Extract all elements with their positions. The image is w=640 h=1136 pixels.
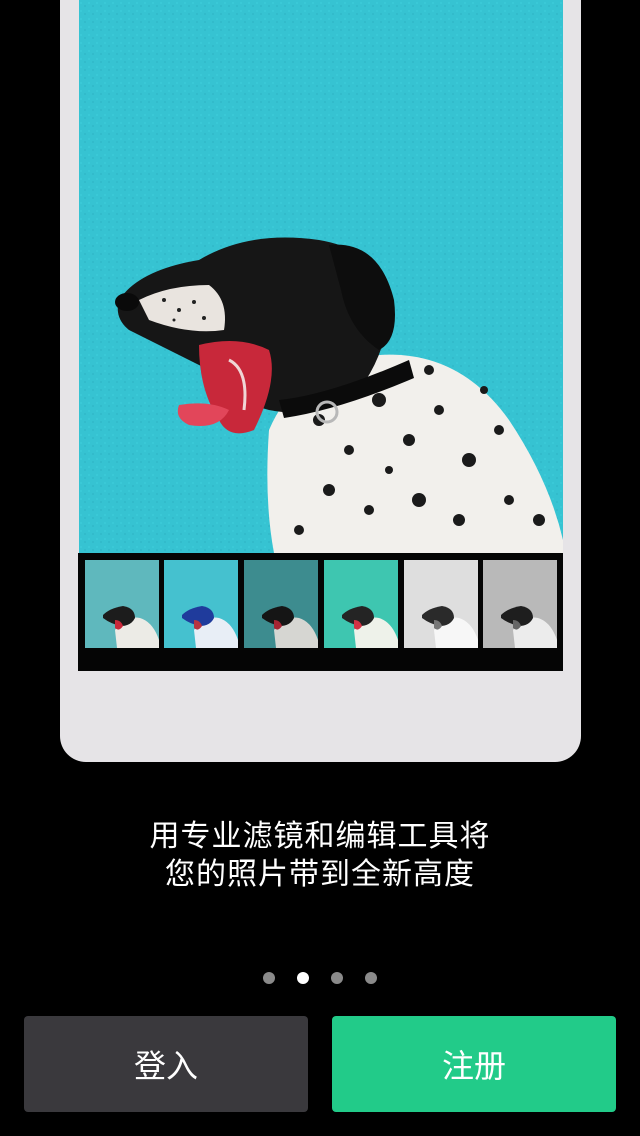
filter-thumbnail[interactable]	[85, 560, 159, 648]
onboarding-caption: 用专业滤镜和编辑工具将 您的照片带到全新高度	[0, 818, 640, 894]
filter-thumbnail[interactable]	[324, 560, 398, 648]
login-button[interactable]: 登入	[24, 1016, 308, 1112]
page-dot[interactable]	[263, 972, 275, 984]
onboarding-screen: 用专业滤镜和编辑工具将 您的照片带到全新高度 登入 注册	[0, 0, 640, 1136]
caption-line-2: 您的照片带到全新高度	[165, 857, 475, 892]
page-dot[interactable]	[331, 972, 343, 984]
filter-strip	[78, 553, 563, 671]
caption-line-1: 用专业滤镜和编辑工具将	[149, 819, 491, 854]
register-button[interactable]: 注册	[332, 1016, 616, 1112]
filter-thumbnail[interactable]	[244, 560, 318, 648]
dog-photo	[79, 0, 563, 553]
filter-thumbnail[interactable]	[164, 560, 238, 648]
page-dot-active[interactable]	[297, 972, 309, 984]
page-indicator	[0, 972, 640, 984]
page-dot[interactable]	[365, 972, 377, 984]
filter-thumbnail[interactable]	[483, 560, 557, 648]
filter-thumbnail[interactable]	[404, 560, 478, 648]
